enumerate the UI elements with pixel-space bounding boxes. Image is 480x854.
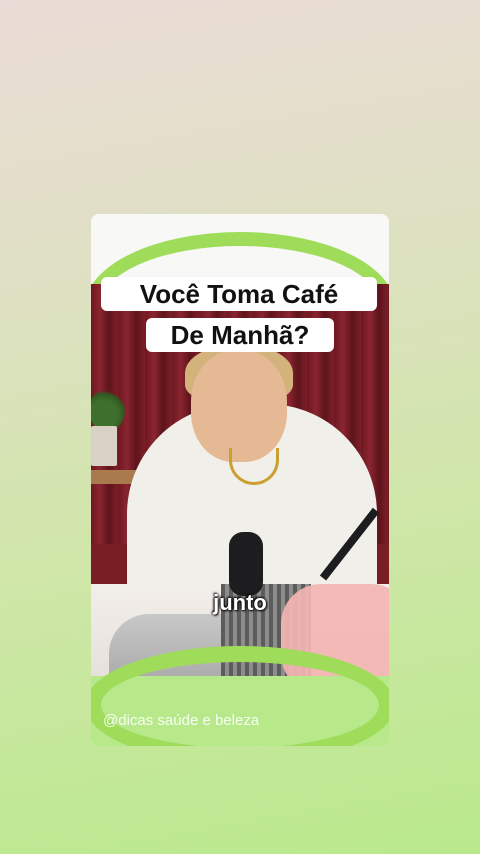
speaker-head — [191, 350, 287, 462]
microphone — [229, 532, 263, 596]
plant-pot — [91, 426, 117, 466]
channel-watermark: @dicas saúde e beleza — [103, 712, 260, 729]
video-title-line-1: Você Toma Café — [101, 277, 377, 311]
video-title-line-2: De Manhã? — [146, 318, 334, 352]
subtitle-caption: junto — [213, 590, 267, 615]
green-ring-decoration-bottom — [91, 646, 389, 746]
